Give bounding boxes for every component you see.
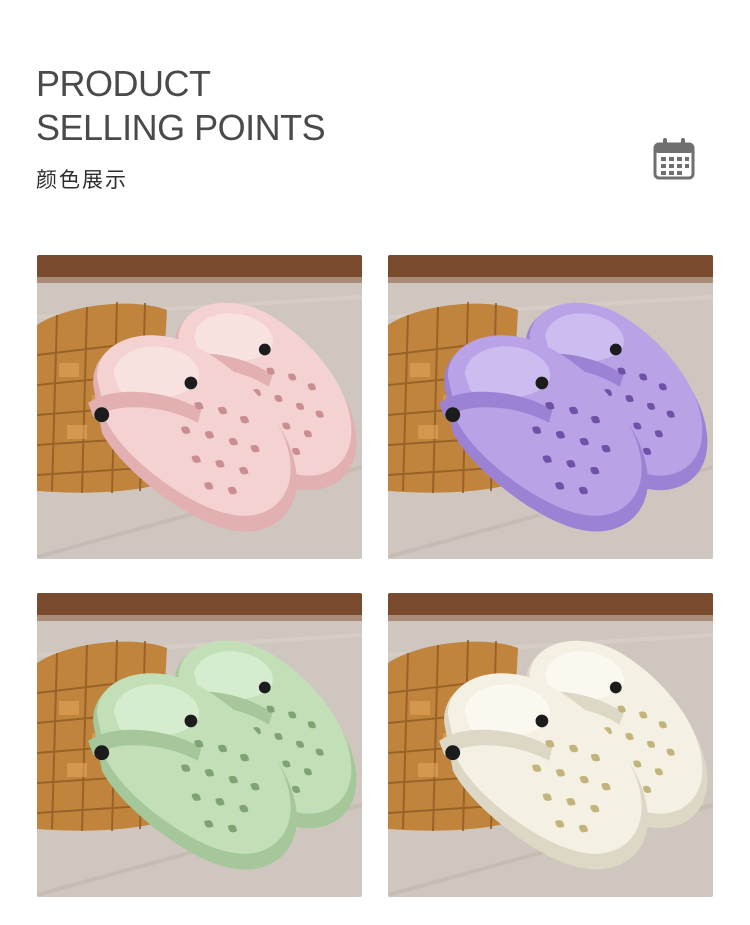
header: PRODUCT SELLING POINTS 颜色展示 (36, 62, 326, 194)
title-line-2: SELLING POINTS (36, 107, 326, 148)
section-subtitle: 颜色展示 (36, 168, 128, 192)
product-photo-pink (37, 255, 362, 559)
product-photo-green (37, 593, 362, 897)
title-line-1: PRODUCT (36, 63, 211, 104)
product-photo-purple (388, 255, 713, 559)
product-photo-white (388, 593, 713, 897)
calendar-icon (652, 137, 696, 181)
